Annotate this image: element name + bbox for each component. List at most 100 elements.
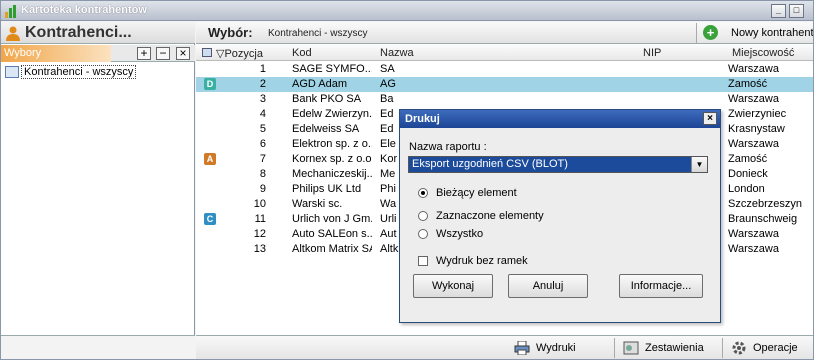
cell-pos: 6 [259,138,266,150]
remove-selection-button[interactable]: − [156,47,170,60]
app-icon [5,5,18,18]
minimize-button[interactable]: _ [771,4,786,18]
grid-header: ▽Pozycja Kod Nazwa NIP Miejscowość [196,45,813,61]
cell-pos: 8 [259,168,266,180]
tree-item-all-contractors[interactable]: Kontrahenci - wszyscy [5,65,137,80]
cell-mie: Zamość [728,153,768,165]
cell-pos: 1 [259,63,266,75]
wybor-label: Wybór: [208,25,253,40]
left-panel-title: Kontrahenci... [25,24,132,41]
wydruki-button[interactable]: Wydruki [506,338,576,358]
cell-kod: Mechaniczeskij... [292,168,372,180]
row-badge: A [204,153,216,165]
radio-dot [418,229,428,239]
cell-mie: London [728,183,765,195]
table-row[interactable]: 1 SAGE SYMFO... SA Warszawa [196,62,813,77]
column-nip[interactable]: NIP [643,47,661,59]
cell-pos: 13 [253,243,266,255]
left-panel-header: Kontrahenci... [1,22,195,44]
maximize-button[interactable]: □ [789,4,804,18]
cell-pos: 12 [253,228,266,240]
wybory-toolbar: Wybory + − × [1,45,195,62]
cell-kod: Auto SALEon s... [292,228,372,240]
left-panel: Kontrahenci... Wybory + − × Kontrahenci … [1,22,195,359]
cell-mie: Szczebrzeszyn [728,198,802,210]
chevron-down-icon[interactable]: ▼ [691,157,707,172]
cell-kod: Bank PKO SA [292,93,362,105]
report-name-label: Nazwa raportu : [409,141,487,153]
cell-kod: Elektron sp. z o... [292,138,372,150]
folder-icon [5,66,19,79]
cell-pos: 3 [259,93,266,105]
row-badge: C [204,213,216,225]
cell-pos: 11 [254,213,266,225]
cell-pos: 7 [259,153,266,165]
cell-kod: Altkom Matrix SA [292,243,372,255]
cell-mie: Zwierzyniec [728,108,787,120]
printer-icon [514,341,530,355]
gear-icon [732,341,746,355]
cell-pos: 5 [259,123,266,135]
window-title: Kartoteka kontrahentów [21,4,147,16]
cell-mie: Warszawa [728,228,779,240]
dialog-title-bar[interactable]: Drukuj × [400,110,720,128]
cell-mie: Donieck [728,168,768,180]
column-chooser-icon[interactable] [202,48,212,57]
column-nazwa[interactable]: Nazwa [380,47,414,59]
close-selection-button[interactable]: × [176,47,190,60]
report-select[interactable]: Eksport uzgodnień CSV (BLOT) ▼ [408,156,708,173]
column-miejscowosc[interactable]: Miejscowość [732,47,794,59]
report-select-value: Eksport uzgodnień CSV (BLOT) [409,157,691,172]
cell-mie: Zamość [728,78,768,90]
cell-kod: Urlich von J Gm... [292,213,372,225]
operacje-button[interactable]: Operacje [722,338,798,358]
cell-mie: Warszawa [728,63,779,75]
print-dialog: Drukuj × Nazwa raportu : Eksport uzgodni… [399,109,721,323]
cancel-button[interactable]: Anuluj [508,274,588,298]
cell-naz: AG [380,78,396,90]
cell-pos: 10 [253,198,266,210]
report-icon [623,341,639,355]
row-badge: D [204,78,216,90]
cell-naz: Ba [380,93,394,105]
cell-mie: Warszawa [728,243,779,255]
run-button[interactable]: Wykonaj [413,274,493,298]
column-pozycja[interactable]: ▽Pozycja [216,47,263,60]
radio-dot [418,188,428,198]
cell-kod: Kornex sp. z o.o. [292,153,372,165]
cell-pos: 4 [259,108,266,120]
cell-mie: Warszawa [728,138,779,150]
wybor-value: Kontrahenci - wszyscy [268,28,368,39]
cell-pos: 2 [259,78,266,90]
dialog-close-button[interactable]: × [703,112,717,125]
cell-kod: Edelweiss SA [292,123,360,135]
new-contractor-button[interactable]: + Nowy kontrahent [696,23,813,43]
table-row[interactable]: 3 Bank PKO SA Ba Warszawa [196,92,813,107]
cell-kod: Warski sc. [292,198,343,210]
zestawienia-button[interactable]: Zestawienia [614,338,704,358]
left-footer [1,335,195,359]
cell-naz: SA [380,63,395,75]
dialog-title: Drukuj [405,113,440,125]
cell-kod: SAGE SYMFO... [292,63,372,75]
cell-kod: AGD Adam [292,78,348,90]
wybor-bar: Wybór: Kontrahenci - wszyscy + Nowy kont… [196,22,813,44]
title-bar[interactable]: Kartoteka kontrahentów _ □ [1,1,813,21]
person-icon [6,26,20,41]
cell-mie: Warszawa [728,93,779,105]
checkbox-box [418,256,428,266]
cell-mie: Krasnystaw [728,123,785,135]
cell-mie: Braunschweig [728,213,798,225]
wybory-tab[interactable]: Wybory [1,45,111,62]
main-window: Kartoteka kontrahentów _ □ Kontrahenci..… [0,0,814,360]
info-button[interactable]: Informacje... [619,274,703,298]
column-kod[interactable]: Kod [292,47,312,59]
cell-kod: Philips UK Ltd [292,183,362,195]
cell-pos: 9 [259,183,266,195]
add-selection-button[interactable]: + [137,47,151,60]
plus-icon: + [703,25,718,40]
table-row[interactable]: D 2 AGD Adam AG Zamość [196,77,813,92]
bottom-toolbar: Wydruki Zestawienia Operacje [196,335,813,359]
cell-kod: Edelw Zwierzyn... [292,108,372,120]
radio-dot [418,211,428,221]
